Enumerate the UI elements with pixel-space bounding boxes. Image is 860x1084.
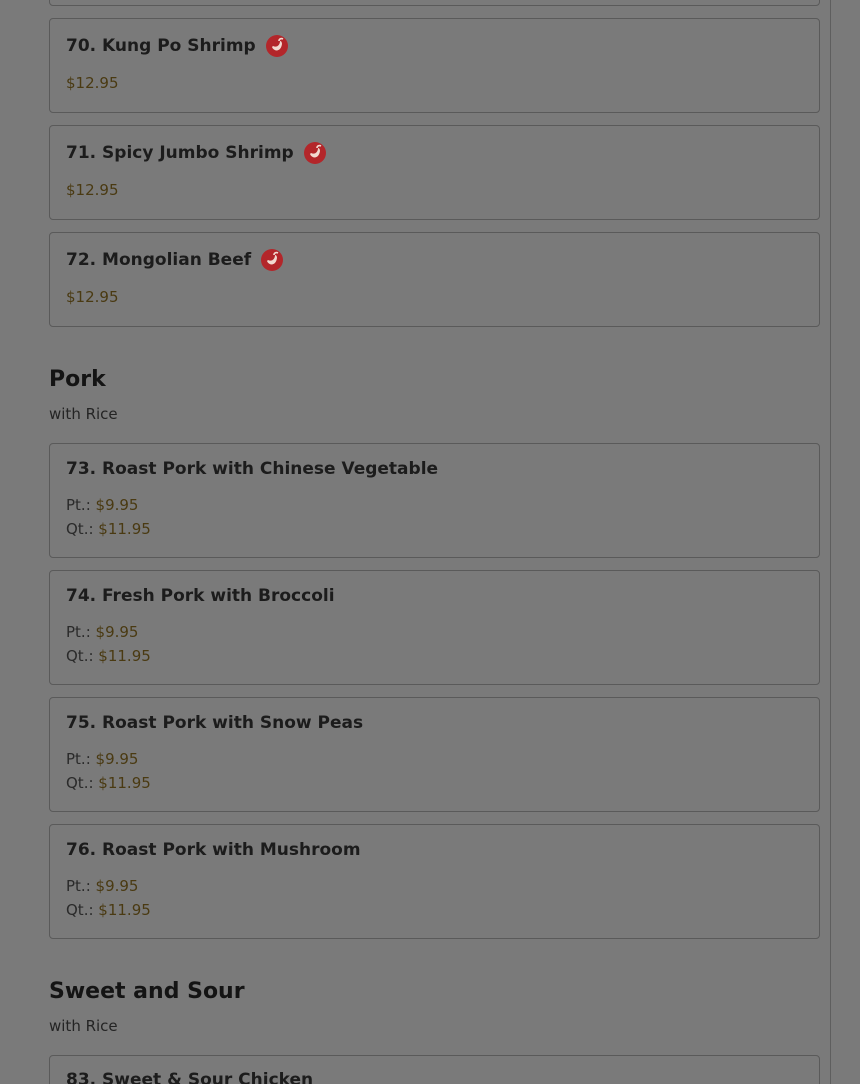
pint-label: Pt.: [66,877,91,895]
quart-label: Qt.: [66,774,94,792]
pint-label: Pt.: [66,750,91,768]
menu-item-name: 83. Sweet & Sour Chicken [66,1070,314,1084]
menu-item-card[interactable]: 76. Roast Pork with Mushroom Pt.: $9.95 … [49,824,820,939]
menu-item-card-partial[interactable] [49,0,820,6]
menu-item-name: 70. Kung Po Shrimp [66,36,256,56]
menu-item-title: 72. Mongolian Beef [66,248,284,272]
pint-price-line: Pt.: $9.95 [66,750,138,768]
menu-item-card[interactable]: 71. Spicy Jumbo Shrimp $12.95 [49,125,820,220]
section-title-pork: Pork [49,367,106,392]
quart-price: $11.95 [98,901,151,919]
pint-label: Pt.: [66,623,91,641]
chili-pepper-icon [265,35,288,57]
menu-item-name: 72. Mongolian Beef [66,250,252,270]
menu-item-price: $12.95 [66,181,119,199]
quart-price-line: Qt.: $11.95 [66,901,151,919]
pint-price-line: Pt.: $9.95 [66,496,138,514]
menu-item-title: 75. Roast Pork with Snow Peas [66,713,363,733]
menu-item-price-line: $12.95 [66,181,119,199]
menu-item-name: 73. Roast Pork with Chinese Vegetable [66,459,439,479]
menu-item-card[interactable]: 70. Kung Po Shrimp $12.95 [49,18,820,113]
pint-price: $9.95 [95,496,139,514]
quart-price-line: Qt.: $11.95 [66,774,151,792]
menu-item-price: $12.95 [66,288,119,306]
quart-price-line: Qt.: $11.95 [66,647,151,665]
pint-price: $9.95 [95,750,139,768]
menu-item-card[interactable]: 83. Sweet & Sour Chicken [49,1055,820,1084]
menu-item-name: 74. Fresh Pork with Broccoli [66,586,335,606]
section-subtitle-sweet-sour: with Rice [49,1017,118,1035]
quart-label: Qt.: [66,647,94,665]
menu-item-name: 75. Roast Pork with Snow Peas [66,713,364,733]
menu-item-title: 76. Roast Pork with Mushroom [66,840,361,860]
menu-item-card[interactable]: 75. Roast Pork with Snow Peas Pt.: $9.95… [49,697,820,812]
pint-price-line: Pt.: $9.95 [66,623,138,641]
menu-item-card[interactable]: 72. Mongolian Beef $12.95 [49,232,820,327]
menu-item-title: 73. Roast Pork with Chinese Vegetable [66,459,438,479]
menu-item-price: $12.95 [66,74,119,92]
panel-divider [830,0,831,1084]
menu-item-card[interactable]: 73. Roast Pork with Chinese Vegetable Pt… [49,443,820,558]
quart-label: Qt.: [66,901,94,919]
quart-price: $11.95 [98,520,151,538]
pint-price: $9.95 [95,877,139,895]
menu-item-title: 71. Spicy Jumbo Shrimp [66,141,327,165]
pint-label: Pt.: [66,496,91,514]
menu-item-title: 83. Sweet & Sour Chicken [66,1070,313,1084]
menu-item-price-line: $12.95 [66,288,119,306]
menu-item-price-line: $12.95 [66,74,119,92]
section-title-sweet-sour: Sweet and Sour [49,979,245,1004]
menu-item-name: 76. Roast Pork with Mushroom [66,840,361,860]
chili-pepper-icon [261,249,284,271]
menu-item-title: 74. Fresh Pork with Broccoli [66,586,335,606]
menu-item-card[interactable]: 74. Fresh Pork with Broccoli Pt.: $9.95 … [49,570,820,685]
quart-price-line: Qt.: $11.95 [66,520,151,538]
menu-item-name: 71. Spicy Jumbo Shrimp [66,143,294,163]
quart-label: Qt.: [66,520,94,538]
section-subtitle-pork: with Rice [49,405,118,423]
quart-price: $11.95 [98,647,151,665]
chili-pepper-icon [303,142,326,164]
menu-item-title: 70. Kung Po Shrimp [66,34,289,58]
menu-page: 70. Kung Po Shrimp $12.95 71. Spicy Jumb… [0,0,860,1084]
quart-price: $11.95 [98,774,151,792]
pint-price: $9.95 [95,623,139,641]
pint-price-line: Pt.: $9.95 [66,877,138,895]
